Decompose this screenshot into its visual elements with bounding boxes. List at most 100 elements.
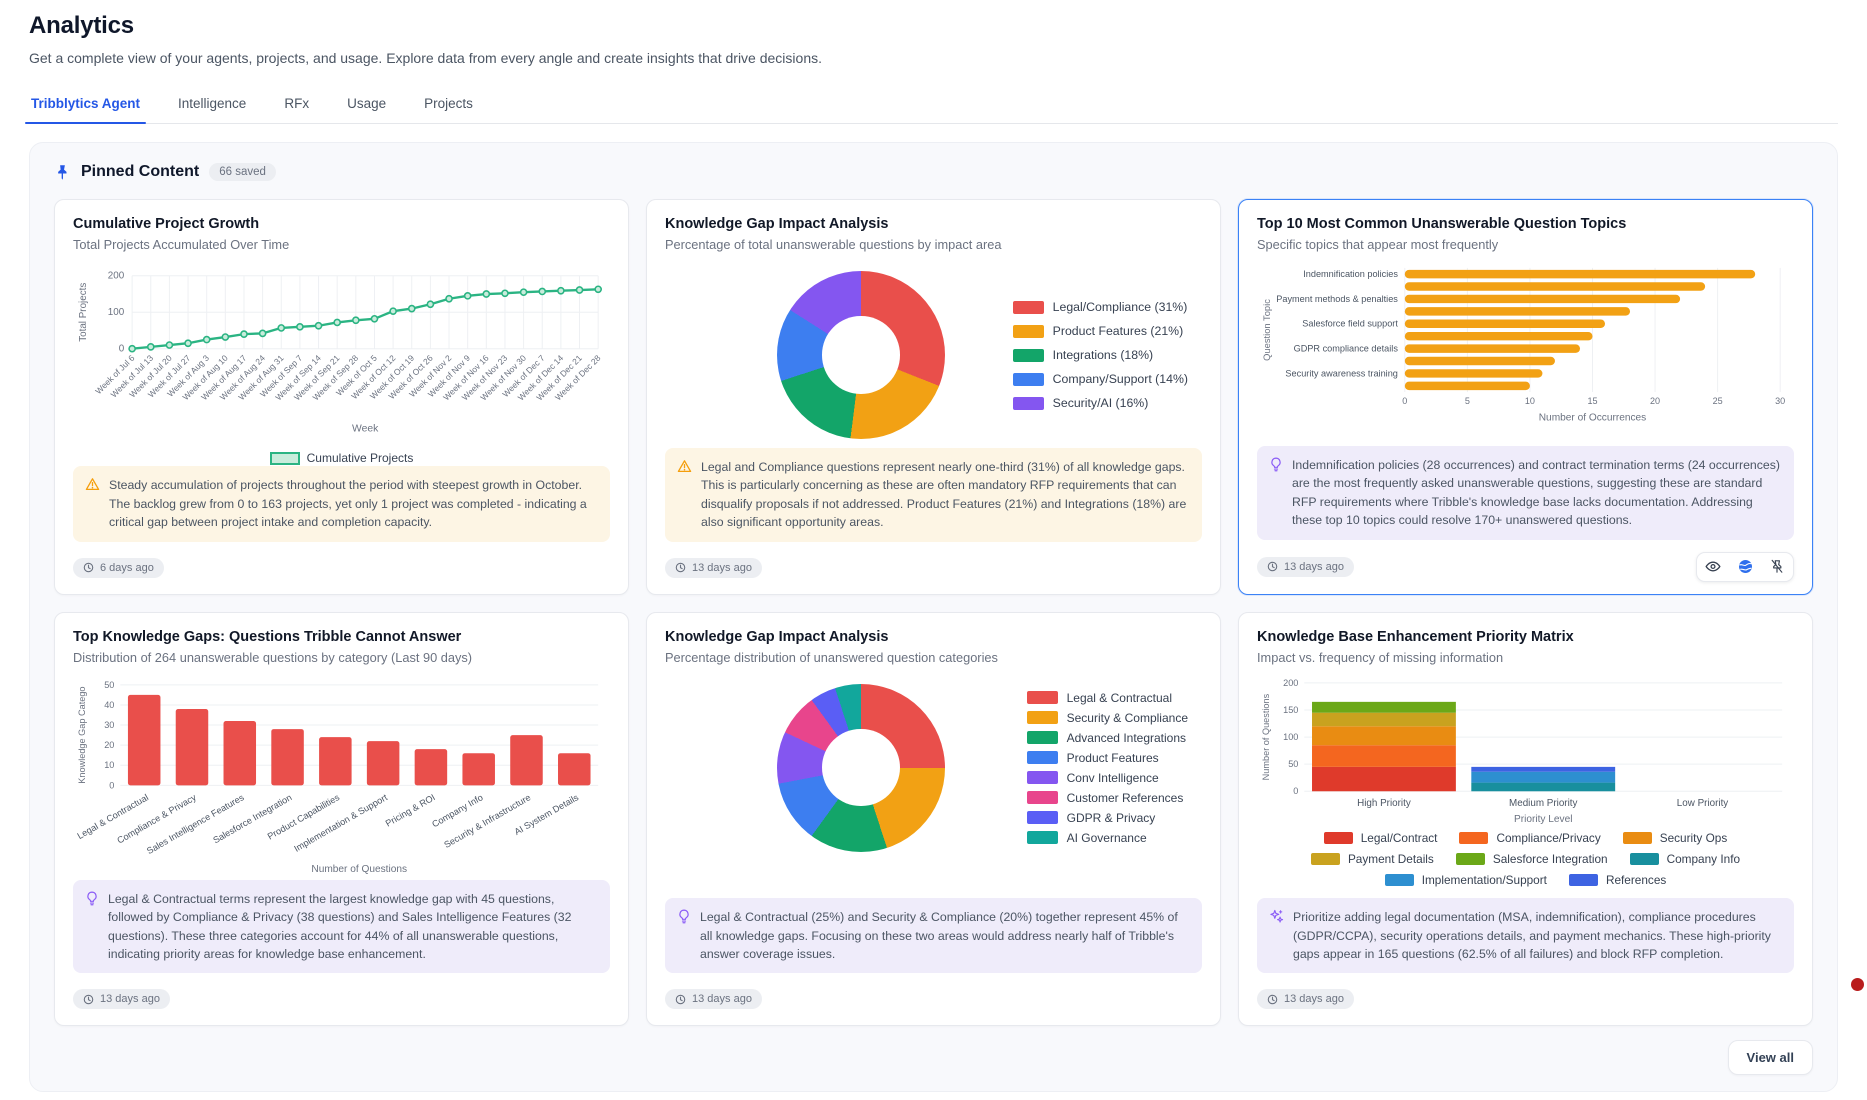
svg-text:Medium Priority: Medium Priority: [1509, 798, 1577, 809]
legend-swatch: [1027, 691, 1058, 704]
warning-annotation: Legal and Compliance questions represent…: [665, 448, 1202, 542]
warning-icon: [85, 477, 100, 531]
svg-text:100: 100: [1283, 732, 1298, 742]
annotation-text: Legal & Contractual (25%) and Security &…: [700, 908, 1190, 963]
svg-text:25: 25: [1713, 396, 1723, 406]
clock-icon: [675, 994, 686, 1005]
timestamp-text: 13 days ago: [1284, 993, 1344, 1005]
svg-text:Number of Questions: Number of Questions: [1261, 693, 1271, 780]
card-subtitle: Percentage distribution of unanswered qu…: [665, 650, 1202, 665]
pinned-title: Pinned Content: [81, 163, 199, 181]
card-action-group: [1696, 552, 1794, 582]
card-subtitle: Specific topics that appear most frequen…: [1257, 237, 1794, 252]
chart-legend: Legal & ContractualSecurity & Compliance…: [1027, 691, 1188, 845]
unpin-button[interactable]: [1763, 555, 1791, 579]
svg-text:GDPR compliance details: GDPR compliance details: [1294, 344, 1399, 354]
card-knowledge-gap-impact-2[interactable]: Knowledge Gap Impact Analysis Percentage…: [646, 612, 1221, 1027]
tab-usage[interactable]: Usage: [345, 88, 388, 123]
legend-swatch: [1027, 771, 1058, 784]
timestamp-badge: 13 days ago: [665, 558, 762, 578]
lightbulb-icon: [1269, 457, 1283, 530]
svg-text:50: 50: [104, 680, 114, 690]
legend-swatch: [1013, 373, 1044, 386]
svg-text:Security & Infrastructure: Security & Infrastructure: [442, 792, 532, 850]
tab-tribblytics-agent[interactable]: Tribblytics Agent: [29, 88, 142, 123]
clock-icon: [1267, 994, 1278, 1005]
stacked-bar-chart: 050100150200High PriorityMedium Priority…: [1257, 675, 1794, 825]
warning-annotation: Steady accumulation of projects througho…: [73, 466, 610, 541]
timestamp-text: 13 days ago: [100, 993, 160, 1005]
legend-item: Legal/Compliance (31%): [1013, 300, 1188, 314]
card-cumulative-project-growth[interactable]: Cumulative Project Growth Total Projects…: [54, 199, 629, 595]
tab-intelligence[interactable]: Intelligence: [176, 88, 248, 123]
donut-chart: Legal & ContractualSecurity & Compliance…: [665, 675, 1202, 861]
lightbulb-icon: [677, 909, 691, 963]
card-title: Knowledge Base Enhancement Priority Matr…: [1257, 629, 1794, 645]
svg-text:200: 200: [1283, 678, 1298, 688]
card-title: Knowledge Gap Impact Analysis: [665, 216, 1202, 232]
tab-rfx[interactable]: RFx: [282, 88, 311, 123]
card-subtitle: Distribution of 264 unanswerable questio…: [73, 650, 610, 665]
legend-swatch: [1630, 853, 1659, 865]
svg-text:Security awareness training: Security awareness training: [1285, 368, 1397, 378]
card-subtitle: Impact vs. frequency of missing informat…: [1257, 650, 1794, 665]
legend-swatch: [1027, 831, 1058, 844]
card-footer: 13 days ago: [1257, 985, 1794, 1013]
lightbulb-icon: [85, 891, 99, 964]
legend-item: Product Features: [1027, 751, 1188, 765]
svg-text:Knowledge Gap Catego: Knowledge Gap Catego: [77, 686, 87, 783]
svg-text:150: 150: [1283, 705, 1298, 715]
page-subtitle: Get a complete view of your agents, proj…: [29, 50, 1838, 66]
annotation-text: Legal & Contractual terms represent the …: [108, 890, 598, 964]
svg-text:200: 200: [108, 271, 125, 282]
legend-swatch: [1013, 397, 1044, 410]
insight-annotation: Prioritize adding legal documentation (M…: [1257, 898, 1794, 973]
svg-text:0: 0: [109, 780, 114, 790]
legend-swatch: [1027, 811, 1058, 824]
legend-swatch: [1623, 832, 1652, 844]
svg-text:High Priority: High Priority: [1357, 798, 1411, 809]
card-knowledge-gap-impact-1[interactable]: Knowledge Gap Impact Analysis Percentage…: [646, 199, 1221, 595]
card-top-10-unanswerable-topics[interactable]: Top 10 Most Common Unanswerable Question…: [1238, 199, 1813, 595]
clock-icon: [675, 562, 686, 573]
card-footer: 13 days ago: [1257, 552, 1794, 582]
card-priority-matrix[interactable]: Knowledge Base Enhancement Priority Matr…: [1238, 612, 1813, 1027]
legend-swatch: [1324, 832, 1353, 844]
svg-text:Week: Week: [352, 423, 379, 434]
view-all-button[interactable]: View all: [1728, 1040, 1813, 1075]
card-subtitle: Percentage of total unanswerable questio…: [665, 237, 1202, 252]
svg-text:30: 30: [104, 720, 114, 730]
timestamp-badge: 13 days ago: [1257, 557, 1354, 577]
donut-chart: Legal/Compliance (31%)Product Features (…: [665, 262, 1202, 448]
timestamp-text: 13 days ago: [1284, 561, 1344, 573]
view-button[interactable]: [1699, 555, 1727, 579]
clock-icon: [83, 994, 94, 1005]
bar-chart: 01020304050Legal & ContractualCompliance…: [73, 675, 610, 880]
tab-projects[interactable]: Projects: [422, 88, 475, 123]
insight-annotation: Legal & Contractual terms represent the …: [73, 880, 610, 974]
card-title: Top 10 Most Common Unanswerable Question…: [1257, 216, 1794, 232]
globe-button[interactable]: [1731, 555, 1759, 579]
legend-item: Advanced Integrations: [1027, 731, 1188, 745]
svg-text:40: 40: [104, 700, 114, 710]
svg-text:Low Priority: Low Priority: [1677, 798, 1728, 809]
legend-item: Company Info: [1630, 852, 1740, 866]
legend-item: Implementation/Support: [1385, 873, 1547, 887]
pinned-cards-grid: Cumulative Project Growth Total Projects…: [54, 199, 1813, 1026]
chart-legend: Legal/Compliance (31%)Product Features (…: [1013, 300, 1188, 410]
warning-icon: [677, 459, 692, 532]
legend-item: Conv Intelligence: [1027, 771, 1188, 785]
card-subtitle: Total Projects Accumulated Over Time: [73, 237, 610, 252]
legend-item: Compliance/Privacy: [1459, 831, 1600, 845]
chart-legend: Cumulative Projects: [73, 451, 610, 465]
donut: [777, 271, 945, 439]
line-chart: 0100200Total ProjectsWeek of Jul 6Week o…: [73, 262, 610, 449]
timestamp-badge: 13 days ago: [1257, 989, 1354, 1009]
annotation-text: Prioritize adding legal documentation (M…: [1293, 908, 1782, 963]
legend-swatch: [1013, 301, 1044, 314]
card-footer: 13 days ago: [665, 985, 1202, 1013]
card-top-knowledge-gaps[interactable]: Top Knowledge Gaps: Questions Tribble Ca…: [54, 612, 629, 1027]
legend-swatch: [1456, 853, 1485, 865]
card-title: Top Knowledge Gaps: Questions Tribble Ca…: [73, 629, 610, 645]
svg-text:5: 5: [1465, 396, 1470, 406]
